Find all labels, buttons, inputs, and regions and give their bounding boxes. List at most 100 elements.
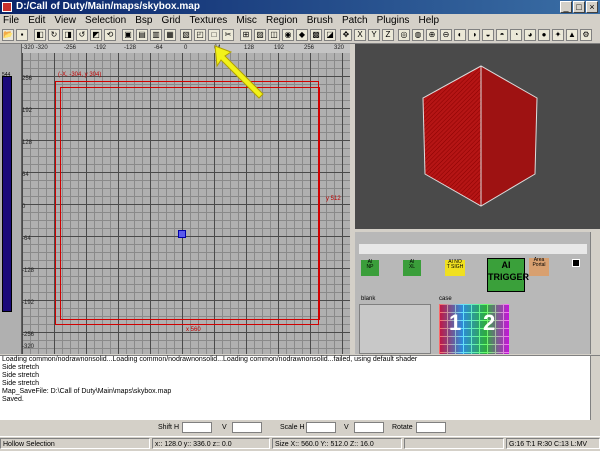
texture-ai-np[interactable]: AI NP [361,260,379,276]
grid-view[interactable]: -320 -320 -256 -192 -128 -64 0 64 128 19… [0,44,350,354]
menu-grid[interactable]: Grid [159,14,184,28]
horizontal-ruler: -320 -320 -256 -192 -128 -64 0 64 128 19… [22,44,350,53]
texture-case[interactable]: 1 2 [439,304,509,354]
menu-patch[interactable]: Patch [339,14,371,28]
status-grid: G:16 T:1 R:30 C:13 L:MV [506,438,600,449]
patch-drill-icon[interactable]: ◓ [496,29,508,41]
tick-label: -192 [22,300,35,306]
save-icon[interactable]: ▪ [16,29,28,41]
console-log[interactable]: Loading common/nodrawnonsolid...Loading … [0,355,600,421]
texture-filter-bar[interactable] [359,244,587,254]
menu-bsp[interactable]: Bsp [132,14,155,28]
rotate-x-icon[interactable]: ↻ [48,29,60,41]
menu-plugins[interactable]: Plugins [374,14,413,28]
tick-label: 192 [22,108,33,114]
corner-label: (-X, -304, y 304) [58,72,102,78]
maximize-button[interactable]: □ [573,1,585,13]
texture-black[interactable] [572,259,580,267]
tick-label: 256 [22,76,33,82]
rotate-y-icon[interactable]: ↺ [76,29,88,41]
shift-v-input[interactable] [232,422,262,433]
zoom-bar[interactable] [2,76,12,312]
camera-icon[interactable]: ◉ [282,29,294,41]
texture-area-portal[interactable]: Area Portal [529,258,549,276]
width-label: x 560 [186,327,201,333]
scale-h-input[interactable] [306,422,336,433]
texture-controls: Shift H V Scale H V Rotate [0,420,600,436]
menu-region[interactable]: Region [263,14,301,28]
tick-label: 0 [184,45,188,51]
texture-browser[interactable]: AI NP AI XL AI NO T SIGH AI TRIGGER Area… [355,232,600,354]
open-icon[interactable]: 📂 [2,29,14,41]
tick-label: 64 [22,172,29,178]
patch-insert-icon[interactable]: ⊕ [426,29,438,41]
shift-h-input[interactable] [182,422,212,433]
z-axis-icon[interactable]: Z [382,29,394,41]
texture-ai-no-sight[interactable]: AI NO T SIGH [445,260,465,276]
texture-lock-icon[interactable]: ▩ [310,29,322,41]
tick-label: -64 [22,236,31,242]
texture-scrollbar[interactable] [590,232,600,354]
patch-delete-icon[interactable]: ⊖ [440,29,452,41]
patch-curve-icon[interactable]: ◕ [524,29,536,41]
status-mode: Hollow Selection [0,438,150,449]
menu-bar: File Edit View Selection Bsp Grid Textur… [0,14,600,28]
minimize-button[interactable]: _ [560,1,572,13]
patch-bend-icon[interactable]: ◍ [412,29,424,41]
tick-label: 128 [22,140,33,146]
rotate-z-icon[interactable]: ⟲ [104,29,116,41]
menu-edit[interactable]: Edit [25,14,48,28]
show-lights-icon[interactable]: ✦ [552,29,564,41]
patch-icon[interactable]: ◎ [398,29,410,41]
select-touching-icon[interactable]: ▤ [136,29,148,41]
cube-right-face [481,66,537,206]
vertical-ruler: 544 [0,44,22,354]
console-scrollbar[interactable] [590,356,600,421]
patch-wireframe-icon[interactable]: ◑ [468,29,480,41]
show-entities-icon[interactable]: ● [538,29,550,41]
menu-brush[interactable]: Brush [304,14,336,28]
camera-view[interactable] [355,44,600,229]
tick-label: -64 [154,45,163,51]
console-line: Saved. [2,396,24,403]
flip-y-icon[interactable]: ◨ [62,29,74,41]
scale-v-input[interactable] [354,422,384,433]
flip-x-icon[interactable]: ◧ [34,29,46,41]
tick-label: -320 [22,344,35,350]
menu-help[interactable]: Help [415,14,442,28]
select-partial-icon[interactable]: ▦ [164,29,176,41]
patch-thicken-icon[interactable]: ◔ [510,29,522,41]
status-bar: Hollow Selection x:: 128.0 y:: 336.0 z::… [0,436,600,451]
texture-ai-xl[interactable]: AI XL [403,260,421,276]
console-line: Map_SaveFile: D:\Call of Duty\Main\maps\… [2,388,172,395]
show-models-icon[interactable]: ▲ [566,29,578,41]
tick-label: 256 [304,45,315,51]
patch-weld-icon[interactable]: ◒ [482,29,494,41]
texture-blank[interactable] [359,304,431,354]
menu-selection[interactable]: Selection [82,14,129,28]
tick-label: -320 -320 [22,45,48,51]
x-axis-icon[interactable]: X [354,29,366,41]
rotate-lock-icon[interactable]: ◪ [324,29,336,41]
status-coords: x:: 128.0 y:: 336.0 z:: 0.0 [152,438,270,449]
menu-textures[interactable]: Textures [187,14,231,28]
patch-cap-icon[interactable]: ◐ [454,29,466,41]
camera-marker[interactable] [178,230,186,238]
y-axis-icon[interactable]: Y [368,29,380,41]
case-number: 1 [449,310,462,335]
close-button[interactable]: × [586,1,598,13]
status-empty [404,438,504,449]
rotate-input[interactable] [416,422,446,433]
settings-icon[interactable]: ⚙ [580,29,592,41]
menu-file[interactable]: File [0,14,22,28]
window-title: D:/Call of Duty/Main/maps/skybox.map [16,1,200,12]
drag-icon[interactable]: ✥ [340,29,352,41]
menu-misc[interactable]: Misc [233,14,260,28]
csg-subtract-icon[interactable]: ▧ [180,29,192,41]
select-inside-icon[interactable]: ▥ [150,29,162,41]
flip-z-icon[interactable]: ◩ [90,29,102,41]
texture-ai-trigger[interactable]: AI TRIGGER [487,258,529,292]
select-complete-icon[interactable]: ▣ [122,29,134,41]
menu-view[interactable]: View [51,14,79,28]
entity-icon[interactable]: ◆ [296,29,308,41]
